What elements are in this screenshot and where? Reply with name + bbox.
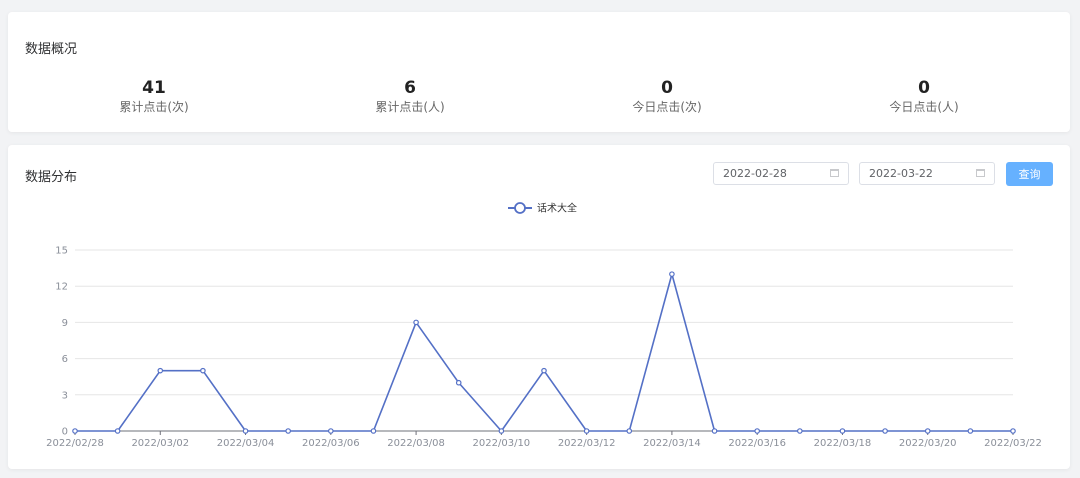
data-point xyxy=(242,428,249,434)
data-point xyxy=(882,428,888,434)
data-point xyxy=(583,428,590,434)
stat-value: 6 xyxy=(404,78,416,98)
x-tick-label: 2022/03/18 xyxy=(814,438,872,449)
overview-title: 数据概况 xyxy=(25,42,78,57)
data-point xyxy=(669,271,675,277)
x-tick-label: 2022/03/12 xyxy=(558,438,616,449)
data-point xyxy=(328,428,334,434)
data-point xyxy=(754,428,760,434)
data-point xyxy=(413,319,419,326)
stat-total-users: 6 累计点击(人) xyxy=(310,78,510,115)
data-point xyxy=(967,428,974,434)
y-tick-label: 12 xyxy=(55,282,68,293)
data-point xyxy=(200,367,206,374)
y-tick-label: 3 xyxy=(62,390,68,401)
series-line xyxy=(75,273,1013,432)
stat-value: 0 xyxy=(661,78,673,98)
data-point xyxy=(839,428,846,434)
stat-total-clicks: 41 累计点击(次) xyxy=(54,78,254,115)
stat-label: 今日点击(次) xyxy=(632,100,702,114)
y-tick-label: 6 xyxy=(62,354,68,365)
line-chart: 0 3 6 9 12 15 2022/02/28 2022/03/02 2022/03/04 20… xyxy=(46,202,1042,450)
data-point xyxy=(711,428,718,434)
y-tick-label: 0 xyxy=(62,427,68,438)
stat-today-users: 0 今日点击(人) xyxy=(824,78,1024,115)
stat-value: 41 xyxy=(142,78,166,98)
overview-card: 数据概况 41 累计点击(次) 6 累计点击(人) 0 今日点击(次) 0 今日… xyxy=(8,12,1070,132)
x-tick-label: 2022/03/04 xyxy=(217,438,275,449)
data-point xyxy=(285,428,291,434)
y-tick-label: 15 xyxy=(55,246,68,257)
stat-label: 今日点击(人) xyxy=(889,100,959,114)
x-tick-label: 2022/03/06 xyxy=(302,438,360,449)
x-tick-label: 2022/03/08 xyxy=(387,438,445,449)
data-point xyxy=(1010,428,1016,434)
data-point xyxy=(370,428,377,434)
data-point xyxy=(157,367,164,374)
stat-label: 累计点击(次) xyxy=(119,100,189,114)
data-point xyxy=(541,367,547,374)
legend-marker xyxy=(514,202,526,214)
data-point xyxy=(114,428,121,434)
data-point xyxy=(924,428,931,434)
stat-today-clicks: 0 今日点击(次) xyxy=(567,78,767,115)
stat-label: 累计点击(人) xyxy=(375,100,445,114)
y-tick-label: 9 xyxy=(62,318,68,329)
data-point xyxy=(626,428,633,434)
x-tick-label: 2022/03/16 xyxy=(728,438,786,449)
x-tick-label: 2022/03/14 xyxy=(643,438,701,449)
data-point xyxy=(455,379,462,386)
x-tick-label: 2022/03/22 xyxy=(984,438,1042,449)
stat-value: 0 xyxy=(918,78,930,98)
x-tick-label: 2022/03/10 xyxy=(473,438,531,449)
x-tick-label: 2022/03/02 xyxy=(131,438,189,449)
x-tick-label: 2022/03/20 xyxy=(899,438,957,449)
stats-row: 41 累计点击(次) 6 累计点击(人) 0 今日点击(次) 0 今日点击(人) xyxy=(8,78,1070,122)
distribution-card: 数据分布 2022-02-28 2022-03-22 查询 0 3 6 9 12 15 20… xyxy=(8,145,1070,469)
x-tick-label: 2022/02/28 xyxy=(46,438,104,449)
data-point xyxy=(498,428,505,434)
legend-label: 话术大全 xyxy=(537,202,577,215)
data-point xyxy=(72,428,78,434)
data-point xyxy=(797,428,803,434)
